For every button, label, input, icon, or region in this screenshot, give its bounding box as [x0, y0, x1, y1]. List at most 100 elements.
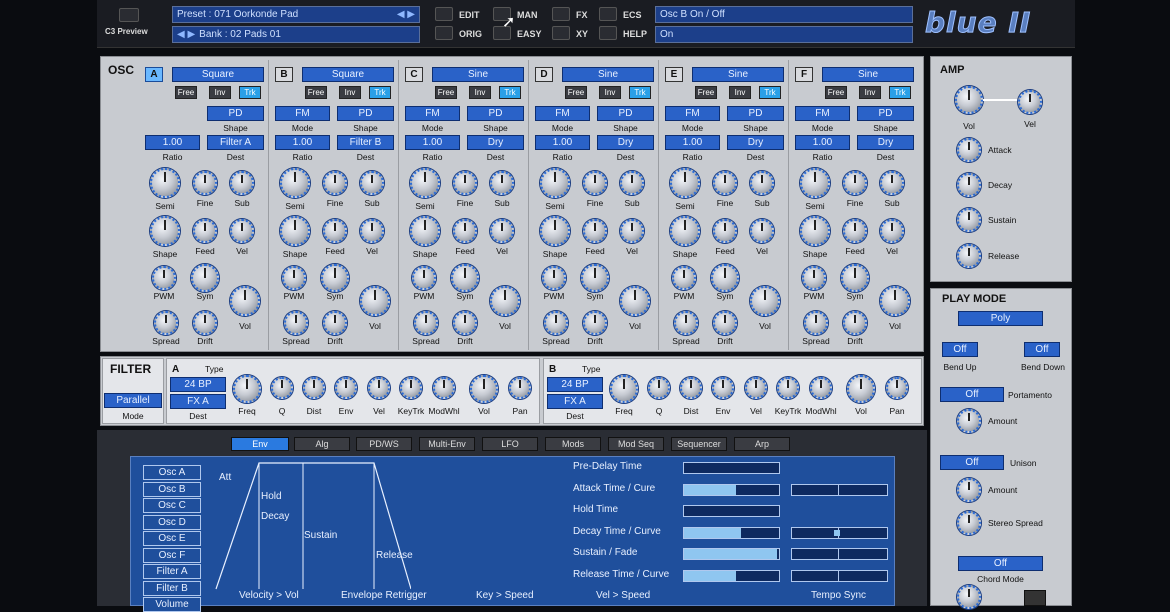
osc-c-shape-selector[interactable]: PD — [467, 106, 524, 121]
env-dest-osc-c[interactable]: Osc C — [143, 498, 201, 513]
osc-f-free-button[interactable]: Free — [825, 86, 847, 99]
filter-a-keytrk-knob[interactable] — [400, 377, 422, 399]
chord-knob[interactable] — [957, 585, 981, 609]
osc-e-shape-selector[interactable]: PD — [727, 106, 784, 121]
unison-toggle[interactable]: Off — [940, 455, 1004, 470]
release-knob[interactable] — [957, 244, 981, 268]
osc-b-semi-knob[interactable] — [280, 168, 310, 198]
osc-c-enable-toggle[interactable]: C — [405, 67, 423, 82]
env-curve-slider[interactable] — [791, 548, 888, 560]
tab-env[interactable]: Env — [231, 437, 289, 451]
osc-e-free-button[interactable]: Free — [695, 86, 717, 99]
filter-a-vol-knob[interactable] — [470, 375, 498, 403]
osc-c-semi-knob[interactable] — [410, 168, 440, 198]
tab-mods[interactable]: Mods — [545, 437, 601, 451]
osc-d-free-button[interactable]: Free — [565, 86, 587, 99]
osc-b-spread-knob[interactable] — [284, 311, 308, 335]
edit-button[interactable] — [435, 7, 453, 21]
env-param-slider[interactable] — [683, 569, 780, 582]
bank-nav-arrows-icon[interactable]: ◀ ▶ — [177, 29, 195, 40]
osc-d-vel-knob[interactable] — [620, 219, 644, 243]
filter-b-q-knob[interactable] — [648, 377, 670, 399]
filter-b-env-knob[interactable] — [712, 377, 734, 399]
osc-e-waveform-selector[interactable]: Sine — [692, 67, 784, 82]
amp-vel-knob[interactable] — [1018, 90, 1042, 114]
env-dest-osc-e[interactable]: Osc E — [143, 531, 201, 546]
chord-mode-toggle[interactable]: Off — [958, 556, 1043, 571]
tab-alg[interactable]: Alg — [294, 437, 350, 451]
osc-d-waveform-selector[interactable]: Sine — [562, 67, 654, 82]
osc-e-drift-knob[interactable] — [713, 311, 737, 335]
env-curve-slider[interactable] — [791, 569, 888, 582]
osc-f-waveform-selector[interactable]: Sine — [822, 67, 914, 82]
osc-a-sym-knob[interactable] — [191, 264, 219, 292]
env-curve-slider[interactable] — [791, 483, 888, 496]
filter-b-dist-knob[interactable] — [680, 377, 702, 399]
osc-f-vel-knob[interactable] — [880, 219, 904, 243]
osc-c-feed-knob[interactable] — [453, 219, 477, 243]
osc-c-mode-selector[interactable]: FM — [405, 106, 460, 121]
filter-a-dest-selector[interactable]: FX A — [170, 394, 226, 409]
osc-c-shape-knob[interactable] — [410, 216, 440, 246]
osc-b-sub-knob[interactable] — [360, 171, 384, 195]
osc-a-trk-button[interactable]: Trk — [239, 86, 261, 99]
osc-d-fine-knob[interactable] — [583, 171, 607, 195]
filter-a-env-knob[interactable] — [335, 377, 357, 399]
filter-a-freq-knob[interactable] — [233, 375, 261, 403]
osc-f-drift-knob[interactable] — [843, 311, 867, 335]
unison-amount-knob[interactable] — [957, 478, 981, 502]
osc-b-pwm-knob[interactable] — [282, 266, 306, 290]
osc-d-mode-selector[interactable]: FM — [535, 106, 590, 121]
osc-c-fine-knob[interactable] — [453, 171, 477, 195]
osc-f-shape-knob[interactable] — [800, 216, 830, 246]
osc-f-ratio-value[interactable]: 1.00 — [795, 135, 850, 150]
osc-c-vol-knob[interactable] — [490, 286, 520, 316]
osc-d-sym-knob[interactable] — [581, 264, 609, 292]
filter-a-vel-knob[interactable] — [368, 377, 390, 399]
osc-e-fine-knob[interactable] — [713, 171, 737, 195]
osc-b-vel-knob[interactable] — [360, 219, 384, 243]
osc-a-free-button[interactable]: Free — [175, 86, 197, 99]
filter-b-keytrk-knob[interactable] — [777, 377, 799, 399]
filter-b-vol-knob[interactable] — [847, 375, 875, 403]
osc-a-waveform-selector[interactable]: Square — [172, 67, 264, 82]
portamento-toggle[interactable]: Off — [940, 387, 1004, 402]
osc-d-semi-knob[interactable] — [540, 168, 570, 198]
osc-f-shape-selector[interactable]: PD — [857, 106, 914, 121]
osc-b-vol-knob[interactable] — [360, 286, 390, 316]
c3-preview-button[interactable] — [119, 8, 139, 22]
osc-f-sym-knob[interactable] — [841, 264, 869, 292]
tab-pd-ws[interactable]: PD/WS — [356, 437, 412, 451]
osc-d-inv-button[interactable]: Inv — [599, 86, 621, 99]
tab-mod-seq[interactable]: Mod Seq — [608, 437, 664, 451]
osc-e-dest-selector[interactable]: Dry — [727, 135, 784, 150]
osc-e-feed-knob[interactable] — [713, 219, 737, 243]
osc-a-ratio-value[interactable]: 1.00 — [145, 135, 200, 150]
env-dest-volume[interactable]: Volume — [143, 597, 201, 612]
osc-c-pwm-knob[interactable] — [412, 266, 436, 290]
osc-b-enable-toggle[interactable]: B — [275, 67, 293, 82]
bend-down-selector[interactable]: Off — [1024, 342, 1060, 357]
osc-c-sub-knob[interactable] — [490, 171, 514, 195]
osc-b-waveform-selector[interactable]: Square — [302, 67, 394, 82]
osc-c-free-button[interactable]: Free — [435, 86, 457, 99]
filter-b-dest-selector[interactable]: FX A — [547, 394, 603, 409]
osc-c-vel-knob[interactable] — [490, 219, 514, 243]
osc-a-sub-knob[interactable] — [230, 171, 254, 195]
env-param-slider[interactable] — [683, 505, 780, 517]
osc-d-pwm-knob[interactable] — [542, 266, 566, 290]
env-dest-osc-a[interactable]: Osc A — [143, 465, 201, 480]
ecs-button[interactable] — [599, 7, 617, 21]
osc-f-trk-button[interactable]: Trk — [889, 86, 911, 99]
osc-e-semi-knob[interactable] — [670, 168, 700, 198]
tab-arp[interactable]: Arp — [734, 437, 790, 451]
osc-c-trk-button[interactable]: Trk — [499, 86, 521, 99]
osc-e-inv-button[interactable]: Inv — [729, 86, 751, 99]
env-param-slider[interactable] — [683, 548, 780, 560]
osc-b-shape-knob[interactable] — [280, 216, 310, 246]
osc-a-pwm-knob[interactable] — [152, 266, 176, 290]
amp-vol-knob[interactable] — [955, 86, 983, 114]
osc-f-enable-toggle[interactable]: F — [795, 67, 813, 82]
osc-c-drift-knob[interactable] — [453, 311, 477, 335]
osc-e-sub-knob[interactable] — [750, 171, 774, 195]
